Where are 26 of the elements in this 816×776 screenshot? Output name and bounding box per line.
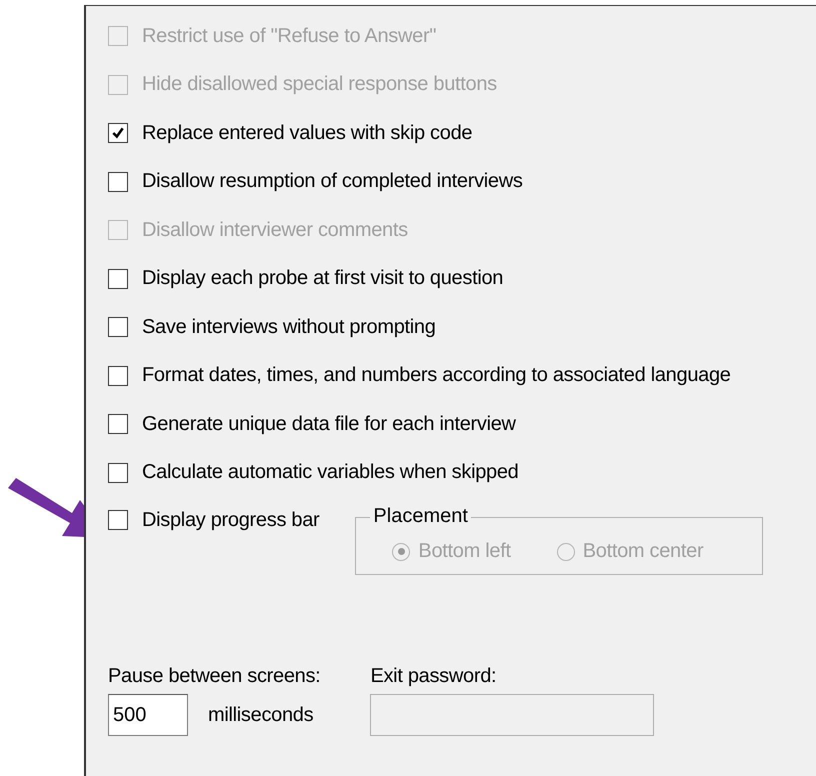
checkbox[interactable] (108, 366, 128, 386)
option-label: Save interviews without prompting (142, 316, 436, 339)
option-label: Generate unique data file for each interview (142, 412, 516, 436)
option-label: Display each probe at first visit to question (142, 267, 504, 290)
option-label: Disallow interviewer comments (142, 218, 408, 242)
radio-label: Bottom center (582, 540, 704, 563)
field-label: Pause between screens: (108, 665, 320, 688)
option-label: Disallow resumption of completed interviews (142, 170, 523, 194)
unit-label: milliseconds (208, 704, 314, 726)
option-label: Replace entered values with skip code (142, 122, 472, 145)
input-field[interactable]: 500 (108, 694, 188, 736)
option-label: Restrict use of "Refuse to Answer" (142, 24, 436, 48)
field-label: Exit password: (370, 665, 498, 688)
checkbox[interactable] (108, 462, 128, 483)
check-icon (111, 126, 125, 140)
checkbox[interactable] (108, 268, 128, 289)
checkbox[interactable] (108, 510, 128, 530)
option-label: Display progress bar (142, 508, 320, 532)
option-label: Calculate automatic variables when skipped (142, 461, 519, 484)
option-label: Hide disallowed special response buttons (142, 73, 497, 96)
radio-label: Bottom left (418, 540, 511, 563)
checkbox[interactable] (108, 123, 128, 144)
checkbox[interactable] (108, 172, 128, 192)
checkbox[interactable] (108, 317, 128, 338)
checkbox[interactable] (108, 414, 128, 434)
option-label: Format dates, times, and numbers according to associated language (142, 364, 731, 388)
